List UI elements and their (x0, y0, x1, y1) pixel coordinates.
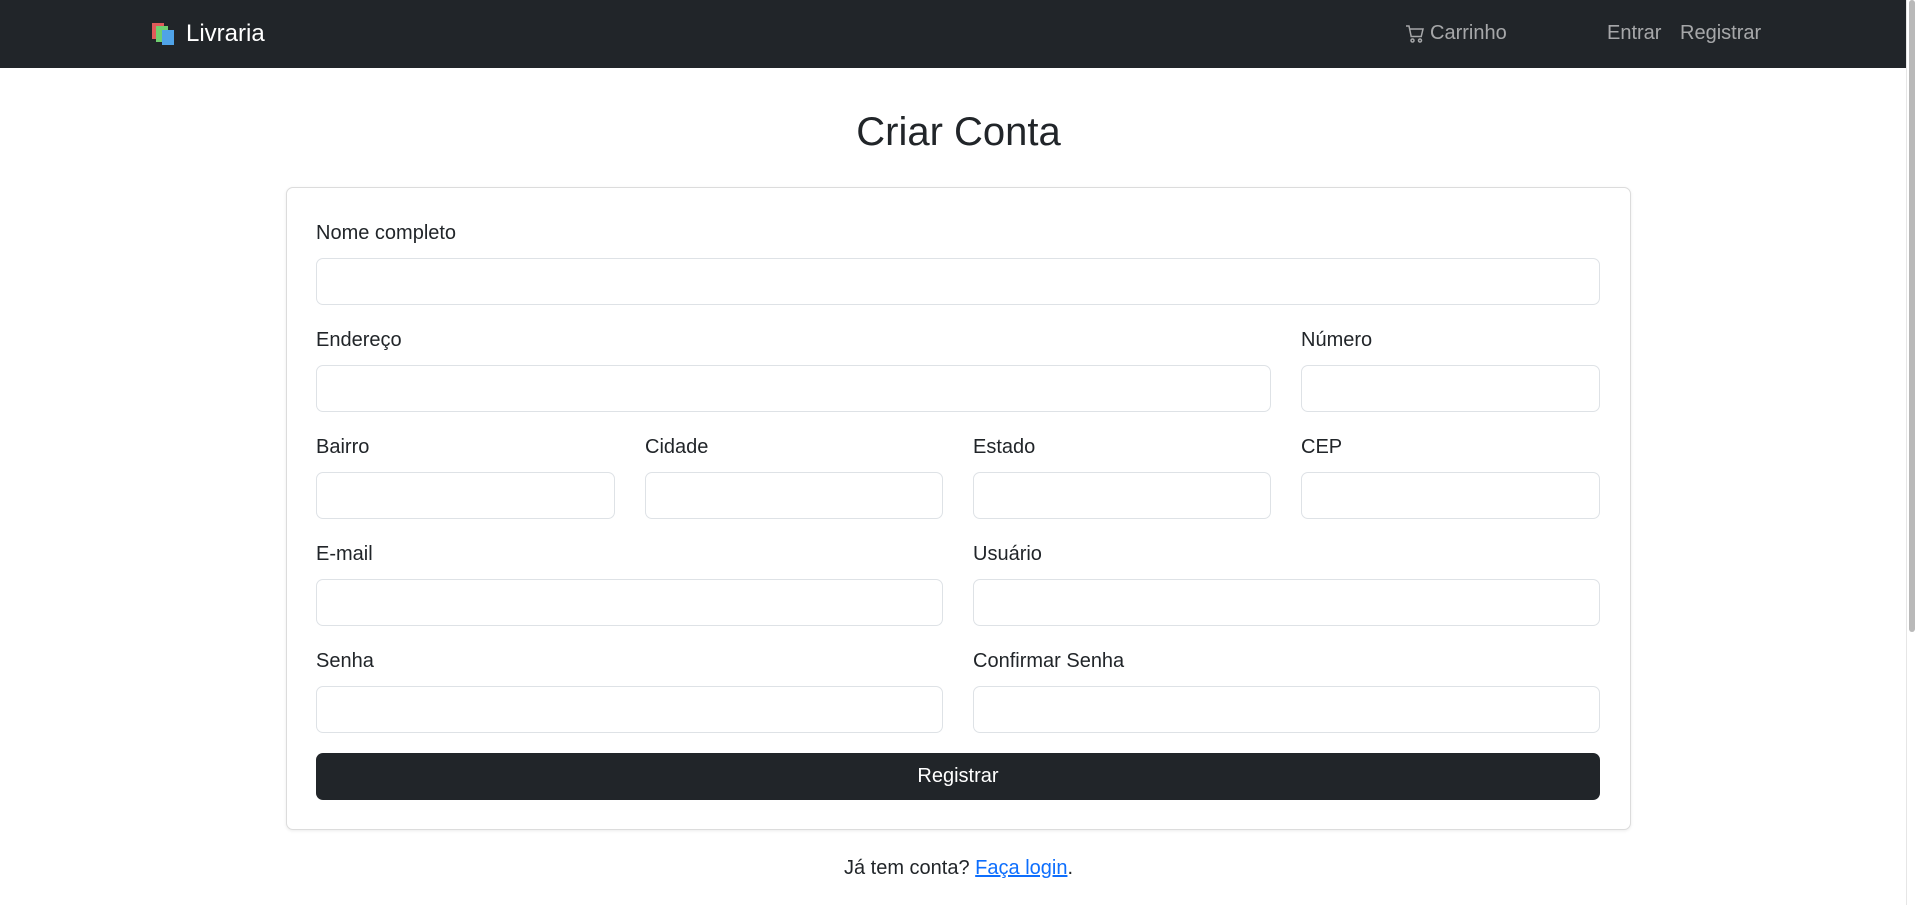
confirm-password-input[interactable] (973, 686, 1600, 733)
submit-register-button[interactable]: Registrar (316, 753, 1600, 800)
email-input[interactable] (316, 579, 943, 626)
login-link-footer[interactable]: Faça login (975, 857, 1067, 879)
login-prompt-suffix: . (1067, 857, 1074, 879)
address-label: Endereço (316, 329, 402, 351)
zip-label: CEP (1301, 436, 1343, 458)
address-input[interactable] (316, 365, 1271, 412)
full-name-label: Nome completo (316, 222, 457, 244)
full-name-input[interactable] (316, 258, 1600, 305)
number-input[interactable] (1301, 365, 1600, 412)
register-link[interactable]: Registrar (1680, 22, 1761, 45)
state-input[interactable] (973, 472, 1271, 519)
brand-name: Livraria (186, 20, 265, 47)
top-navbar: Livraria Carrinho Entrar Registrar (0, 0, 1917, 68)
state-label: Estado (973, 436, 1036, 458)
username-label: Usuário (973, 543, 1042, 565)
login-prompt: Já tem conta? Faça login. (0, 857, 1917, 880)
neighborhood-input[interactable] (316, 472, 615, 519)
password-label: Senha (316, 650, 374, 672)
number-label: Número (1301, 329, 1373, 351)
cart-label: Carrinho (1430, 22, 1507, 44)
page-title: Criar Conta (856, 110, 1061, 154)
books-icon (152, 23, 174, 45)
username-input[interactable] (973, 579, 1600, 626)
confirm-password-label: Confirmar Senha (973, 650, 1125, 672)
email-label: E-mail (316, 543, 373, 565)
cart-link[interactable]: Carrinho (1405, 22, 1507, 45)
city-input[interactable] (645, 472, 943, 519)
city-label: Cidade (645, 436, 709, 458)
neighborhood-label: Bairro (316, 436, 370, 458)
zip-input[interactable] (1301, 472, 1600, 519)
password-input[interactable] (316, 686, 943, 733)
brand-link[interactable]: Livraria (151, 20, 265, 48)
login-link[interactable]: Entrar (1607, 22, 1661, 45)
login-prompt-text: Já tem conta? (843, 857, 970, 879)
scrollbar-thumb[interactable] (1909, 0, 1915, 632)
cart-icon (1406, 24, 1424, 43)
